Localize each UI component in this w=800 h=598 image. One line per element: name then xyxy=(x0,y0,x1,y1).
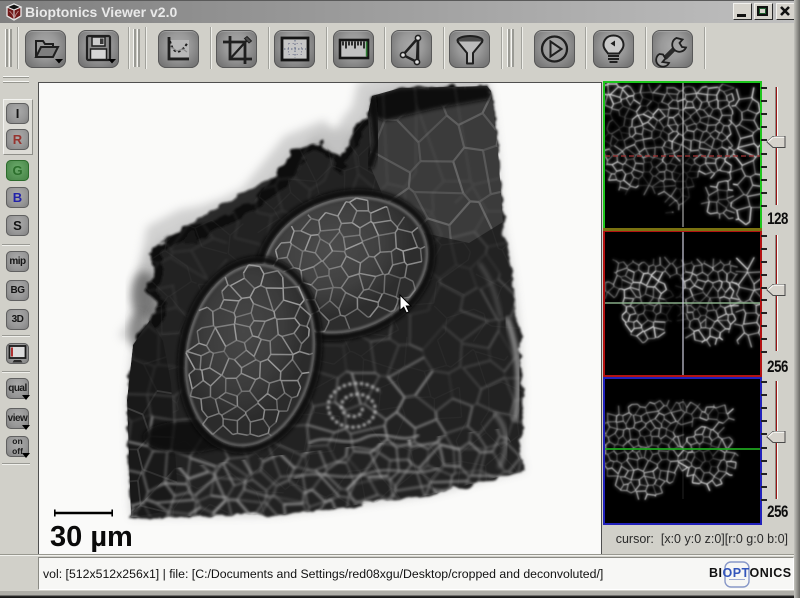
svg-text:30 µm: 30 µm xyxy=(50,521,133,553)
svg-text:BIOPTONICS: BIOPTONICS xyxy=(709,566,792,580)
